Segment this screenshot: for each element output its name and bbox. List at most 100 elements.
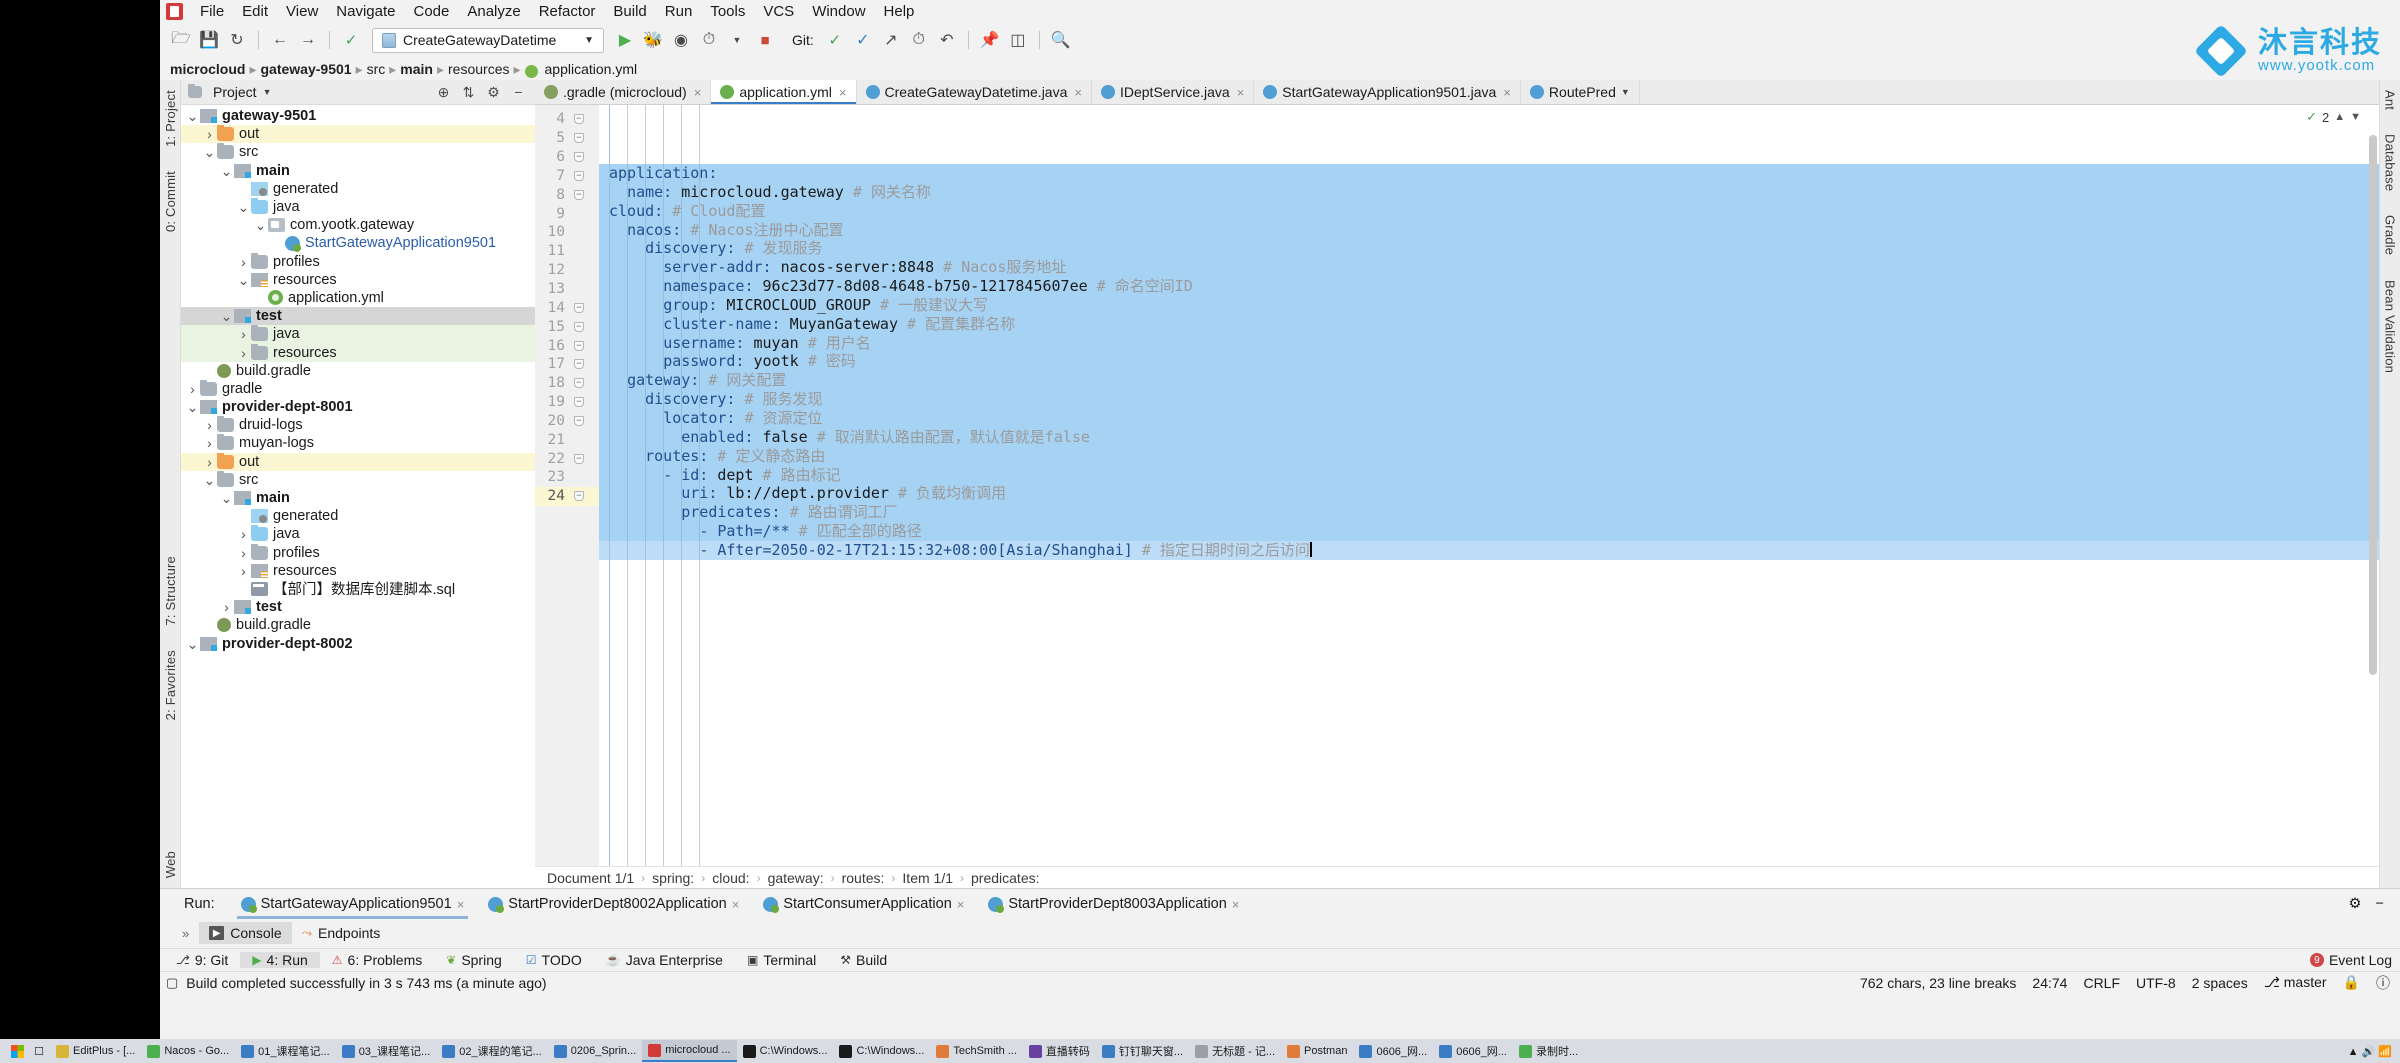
tree-row[interactable]: › java [181,325,535,344]
tree-row[interactable]: › gradle [181,379,535,398]
fold-marker-icon[interactable]: − [571,415,587,426]
taskbar-app[interactable]: 01_课程笔记... [235,1040,336,1062]
gutter-line[interactable]: 5− [535,129,599,148]
gutter-line[interactable]: 9 [535,204,599,223]
taskbar-app[interactable]: 0606_网... [1433,1040,1513,1062]
tree-row[interactable]: generated [181,180,535,198]
breadcrumb-item-src[interactable]: src [367,61,386,77]
search-everywhere-icon[interactable]: 🔍 [1048,27,1074,53]
taskbar-app[interactable]: C:\Windows... [833,1040,930,1062]
chevron-right-icon[interactable]: › [202,435,217,451]
caret-position[interactable]: 24:74 [2032,975,2067,991]
tool-tab-database[interactable]: Database [2382,130,2399,195]
git-branch[interactable]: ⎇ master [2264,974,2327,991]
gutter-line[interactable]: 23 [535,468,599,487]
taskbar-app[interactable]: 0206_Sprin... [548,1040,642,1062]
tree-row[interactable]: ⌄ provider-dept-8002 [181,634,535,652]
menu-item-code[interactable]: Code [404,2,458,21]
chevron-down-icon[interactable]: ▼ [263,87,272,97]
chevron-right-icon[interactable]: › [202,126,217,142]
code-line[interactable]: enabled: false # 取消默认路由配置，默认值就是false [599,427,2379,447]
code-line[interactable]: - Path=/** # 匹配全部的路径 [599,522,2379,541]
chevron-right-icon[interactable]: › [236,254,251,270]
code-line[interactable]: name: microcloud.gateway # 网关名称 [599,182,2379,202]
structure-crumb[interactable]: predicates: [971,870,1039,886]
editor-tab[interactable]: RoutePred ▼ [1520,80,1640,104]
breadcrumb-item-resources[interactable]: resources [448,61,509,77]
save-all-icon[interactable]: 💾 [196,27,222,53]
code-line[interactable]: - After=2050-02-17T21:15:32+08:00[Asia/S… [599,540,2379,560]
tree-row[interactable]: ⌄ src [181,470,535,489]
gutter-line[interactable]: 4− [535,110,599,129]
gutter-line[interactable]: 21 [535,430,599,449]
gutter-line[interactable]: 22− [535,449,599,468]
chevron-right-icon[interactable]: › [219,599,234,615]
structure-crumb[interactable]: Document 1/1 [547,870,634,886]
sync-refresh-icon[interactable]: ↻ [224,27,250,53]
hide-panel-icon[interactable]: − [509,84,528,100]
expand-subtabs-icon[interactable]: » [182,926,189,941]
chevron-down-icon[interactable]: ⌄ [202,473,217,487]
menu-item-run[interactable]: Run [656,2,702,21]
tool-tab-project[interactable]: 1: Project [162,86,179,151]
stop-button[interactable]: ■ [752,27,778,53]
fold-marker-icon[interactable]: − [571,170,587,181]
tree-row[interactable]: generated [181,507,535,525]
event-log-button[interactable]: Event Log [2329,952,2392,968]
gutter-line[interactable]: 10 [535,223,599,242]
chevron-right-icon[interactable]: › [236,345,251,361]
notifications-icon[interactable]: ⓘ [2376,973,2390,993]
chevron-right-icon[interactable]: › [236,526,251,542]
menu-item-file[interactable]: File [191,2,233,21]
tree-row[interactable]: ⌄ src [181,143,535,161]
breadcrumb-item-applicationyml[interactable]: application.yml [545,61,638,77]
tool-strip-item[interactable]: ▣ Terminal [735,952,828,968]
gutter-line[interactable]: 16− [535,336,599,355]
code-line[interactable]: locator: # 资源定位 [599,408,2379,428]
undo-icon[interactable]: ↶ [934,27,960,53]
debug-button[interactable]: 🐝 [640,27,666,53]
gutter-line[interactable]: 20− [535,412,599,431]
gutter-line[interactable]: 8− [535,185,599,204]
taskbar-app[interactable]: 03_课程笔记... [336,1040,437,1062]
close-icon[interactable]: × [1074,85,1082,100]
tool-strip-item[interactable]: ▶ 4: Run [240,952,320,968]
taskbar-app[interactable]: C:\Windows... [737,1040,834,1062]
gear-icon[interactable]: ⚙ [2349,896,2362,912]
taskbar-app[interactable]: TechSmith ... [930,1040,1023,1062]
history-icon[interactable]: ⏱ [906,27,932,53]
close-icon[interactable]: × [732,897,740,912]
tree-row[interactable]: ⌄ test [181,307,535,326]
structure-crumb[interactable]: gateway: [768,870,824,886]
gutter-line[interactable]: 7− [535,167,599,186]
tree-row[interactable]: build.gradle [181,616,535,634]
code-line[interactable]: password: yootk # 密码 [599,352,2379,372]
gutter-line[interactable]: 12 [535,261,599,280]
tool-strip-item[interactable]: ⚠ 6: Problems [320,952,434,968]
fold-marker-icon[interactable]: − [571,397,587,408]
inspection-widget[interactable]: ✓ 2 ▲ ▼ [2306,109,2361,125]
chevron-down-icon[interactable]: ▼ [2350,111,2361,123]
code-line[interactable]: discovery: # 服务发现 [599,390,2379,409]
tool-strip-item[interactable]: ❦ Spring [434,952,514,968]
chevron-right-icon[interactable]: › [236,545,251,561]
taskview-icon[interactable]: ☐ [28,1042,50,1060]
gutter-line[interactable]: 19− [535,393,599,412]
collapse-all-icon[interactable]: ⇅ [459,84,478,101]
code-line[interactable]: cloud: # Cloud配置 [599,201,2379,221]
menu-item-navigate[interactable]: Navigate [327,2,404,21]
tool-tab-bean-validation[interactable]: Bean Validation [2382,276,2399,377]
run-subtab[interactable]: ▶ Console [199,922,292,944]
tree-row[interactable]: › test [181,598,535,616]
tree-row[interactable]: ⌄ main [181,489,535,507]
taskbar-app[interactable]: 0606_网... [1353,1040,1433,1062]
layout-icon[interactable]: ◫ [1005,27,1031,53]
fold-marker-icon[interactable]: − [571,114,587,125]
breadcrumb-item-gateway9501[interactable]: gateway-9501 [261,61,352,77]
line-separator[interactable]: CRLF [2083,975,2120,991]
menu-item-analyze[interactable]: Analyze [458,2,529,21]
tool-tab-web[interactable]: Web [162,847,179,882]
gutter-line[interactable]: 11 [535,242,599,261]
menu-item-edit[interactable]: Edit [233,2,277,21]
taskbar-app[interactable]: Postman [1281,1040,1353,1062]
